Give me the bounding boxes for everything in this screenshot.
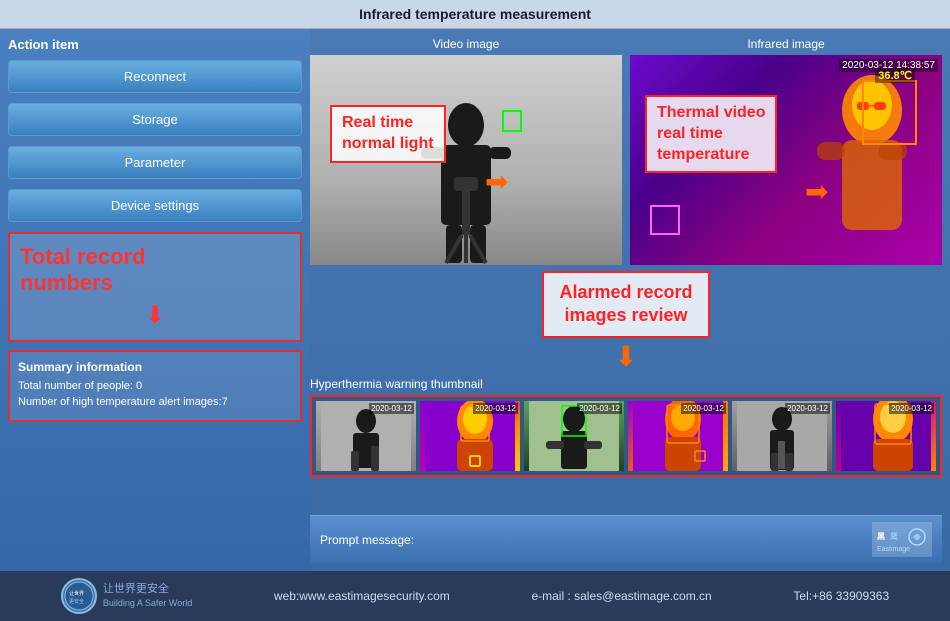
thermal-annotation: Thermal video real time temperature [645,95,777,173]
left-panel: Action item Reconnect Storage Parameter … [0,29,310,571]
main-window: Infrared temperature measurement Action … [0,0,950,621]
thumbnail-item[interactable]: 2020-03-12 [628,401,728,471]
logo-area: 黑 鹰 Eastimage [872,522,932,557]
footer-logo-text: 让世界更安全 Building A Safer World [103,582,192,610]
content-area: Action item Reconnect Storage Parameter … [0,29,950,571]
alarmed-arrow: ⬇ [614,340,637,373]
temperature-value: 36.8℃ [875,68,915,83]
thumbnail-item[interactable]: 2020-03-12 [316,401,416,471]
footer-tel: Tel:+86 33909363 [793,589,889,603]
thumbnail-item[interactable]: 2020-03-12 [732,401,832,471]
video-image-label: Video image [310,37,622,51]
svg-text:黑: 黑 [877,531,885,541]
prompt-message-label: Prompt message: [320,533,414,547]
alarmed-text: Alarmed record images review [559,281,692,328]
real-time-annotation: Real time normal light [330,105,446,163]
thumb-timestamp: 2020-03-12 [577,403,622,414]
thumb-timestamp: 2020-03-12 [785,403,830,414]
footer-website: web:www.eastimagesecurity.com [274,589,450,603]
video-row: Video image 2020-03-12 14:38:57 [310,37,942,265]
thumb-timestamp: 2020-03-12 [369,403,414,414]
footer-logo: 让世界 更安全 让世界更安全 Building A Safer World [61,578,192,614]
thermal-arrow: ➡ [805,175,828,208]
total-record-box: Total record numbers ⬇ [8,232,302,342]
prompt-bar: Prompt message: 黑 鹰 Eastimage [310,515,942,563]
video-frame: 2020-03-12 14:38:57 [310,55,622,265]
total-record-arrow: ⬇ [20,301,290,330]
infrared-frame: 2020-03-12 14:38:57 [630,55,942,265]
svg-text:鹰: 鹰 [890,531,898,541]
right-panel: Video image 2020-03-12 14:38:57 [310,29,950,571]
thumb-timestamp: 2020-03-12 [889,403,934,414]
total-people-line: Total number of people: 0 [18,380,292,392]
thermal-text: Thermal video real time temperature [657,103,765,165]
storage-button[interactable]: Storage [8,103,302,136]
title-bar: Infrared temperature measurement [0,0,950,29]
thumbnail-item[interactable]: 2020-03-12 [836,401,936,471]
object-detection-box [650,205,680,235]
real-time-arrow: ➡ [485,165,508,198]
footer-logo-svg: 让世界 更安全 [64,581,94,611]
total-record-text: Total record numbers [20,244,290,297]
thumb-timestamp: 2020-03-12 [473,403,518,414]
thumbnail-item[interactable]: 2020-03-12 [420,401,520,471]
reconnect-button[interactable]: Reconnect [8,60,302,93]
footer-email: e-mail : sales@eastimage.com.cn [531,589,711,603]
logo-box: 黑 鹰 Eastimage [872,522,932,557]
svg-text:让世界: 让世界 [69,590,84,597]
infrared-image-label: Infrared image [630,37,942,51]
svg-text:Eastimage: Eastimage [877,546,910,553]
footer: 让世界 更安全 让世界更安全 Building A Safer World we… [0,571,950,621]
infrared-section: Infrared image 2020-03-12 14:38:57 [630,37,942,265]
parameter-button[interactable]: Parameter [8,146,302,179]
thumbnail-row: 2020-03-12 2020-03-12 [310,395,942,477]
thumbnail-item[interactable]: 2020-03-12 [524,401,624,471]
company-logo-svg: 黑 鹰 Eastimage [875,525,930,555]
face-detection-box [502,110,522,132]
thumb-timestamp: 2020-03-12 [681,403,726,414]
action-buttons: Reconnect Storage Parameter Device setti… [8,60,302,222]
summary-label: Summary information [18,360,292,374]
thumbnail-section: Hyperthermia warning thumbnail 2020-03-1… [310,377,942,515]
video-section: Video image 2020-03-12 14:38:57 [310,37,622,265]
alarmed-annotation: Alarmed record images review [542,271,709,338]
alert-images-line: Number of high temperature alert images:… [18,396,292,408]
thumbnail-label: Hyperthermia warning thumbnail [310,377,942,391]
action-item-label: Action item [8,37,302,52]
svg-text:更安全: 更安全 [69,598,84,605]
real-time-text: Real time normal light [342,113,434,155]
window-title: Infrared temperature measurement [359,6,591,22]
alarmed-record-section: Alarmed record images review ⬇ [310,271,942,373]
summary-box: Summary information Total number of peop… [8,350,302,422]
footer-logo-icon: 让世界 更安全 [61,578,97,614]
face-detection-orange-box: 36.8℃ [862,80,917,145]
device-settings-button[interactable]: Device settings [8,189,302,222]
